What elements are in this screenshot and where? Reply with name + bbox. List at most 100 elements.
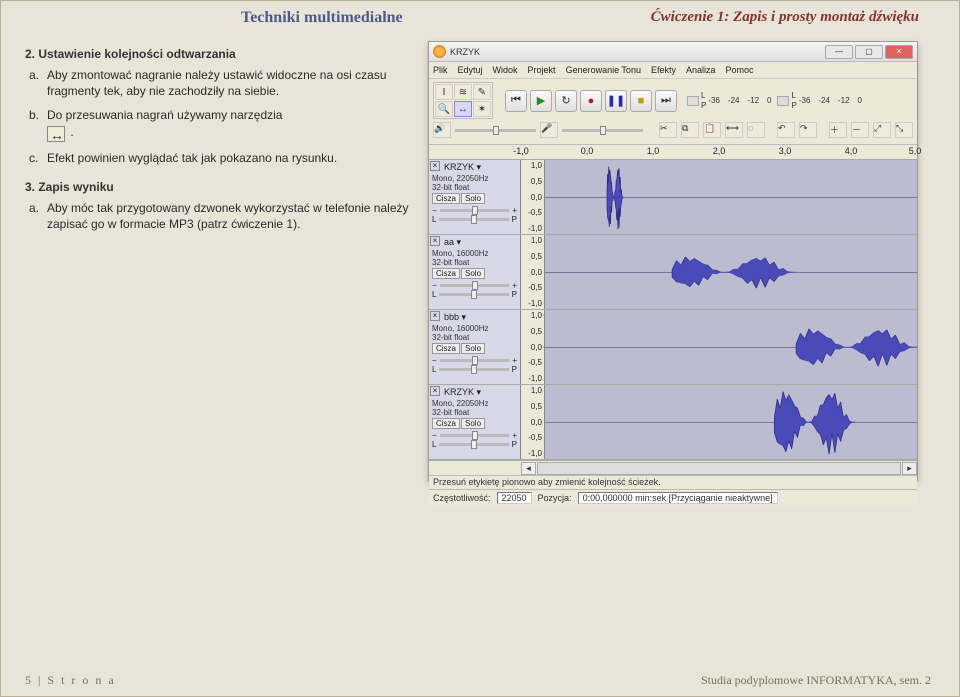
play-button[interactable]: ▶ [530, 90, 552, 112]
menu-pomoc[interactable]: Pomoc [726, 65, 754, 75]
minimize-button[interactable]: — [825, 45, 853, 59]
status-bar: Częstotliwość: 22050 Pozycja: 0:00,00000… [429, 489, 917, 505]
pan-p: P [512, 440, 517, 449]
scroll-right-icon[interactable]: ▸ [902, 462, 917, 475]
meter-tick: -24 [818, 96, 830, 105]
skip-end-button[interactable]: ⏭ [655, 90, 677, 112]
paste-icon[interactable]: 📋 [703, 122, 721, 138]
track-header[interactable]: × KRZYK ▾ Mono, 22050Hz32-bit float Cisz… [429, 160, 521, 234]
close-button[interactable]: ✕ [885, 45, 913, 59]
undo-icon[interactable]: ↶ [777, 122, 795, 138]
pan-l: L [432, 290, 436, 299]
waveform[interactable] [545, 235, 917, 309]
envelope-tool-icon[interactable]: ≋ [454, 84, 472, 100]
speaker-icon: 🔊 [433, 122, 451, 138]
track-close-icon[interactable]: × [430, 386, 440, 396]
pan-l: L [432, 365, 436, 374]
menu-generowanie[interactable]: Generowanie Tonu [566, 65, 641, 75]
time-shift-tool-icon[interactable]: ↔ [454, 101, 472, 117]
track-name[interactable]: aa ▾ [444, 237, 517, 248]
gain-slider[interactable] [440, 359, 510, 362]
solo-button[interactable]: Solo [461, 343, 485, 354]
window-title: KRZYK [450, 47, 480, 57]
redo-icon[interactable]: ↷ [799, 122, 817, 138]
loop-button[interactable]: ↻ [555, 90, 577, 112]
menu-edytuj[interactable]: Edytuj [458, 65, 483, 75]
gain-minus: − [432, 206, 437, 215]
silence-icon[interactable]: ◌ [747, 122, 765, 138]
zoom-in-icon[interactable]: ＋ [829, 122, 847, 138]
track: × KRZYK ▾ Mono, 22050Hz32-bit float Cisz… [429, 160, 917, 235]
gain-minus: − [432, 431, 437, 440]
trim-icon[interactable]: ⟷ [725, 122, 743, 138]
meter-p: P [791, 101, 796, 110]
track-name[interactable]: KRZYK ▾ [444, 162, 517, 173]
gain-slider[interactable] [440, 434, 510, 437]
meter-tick: -24 [728, 96, 740, 105]
pan-p: P [512, 215, 517, 224]
pan-slider[interactable] [439, 368, 508, 371]
track-close-icon[interactable]: × [430, 236, 440, 246]
header-left: Techniki multimedialne [241, 9, 403, 27]
pan-l: L [432, 215, 436, 224]
pause-button[interactable]: ❚❚ [605, 90, 627, 112]
track-yaxis: 1,00,50,0-0,5-1,0 [521, 160, 545, 234]
meter-p: P [701, 101, 706, 110]
time-shift-tool-icon [47, 126, 65, 142]
menu-projekt[interactable]: Projekt [528, 65, 556, 75]
selection-tool-icon[interactable]: I [435, 84, 453, 100]
tool-palette: I ≋ ✎ 🔍 ↔ ✶ [433, 82, 493, 119]
mute-button[interactable]: Cisza [432, 343, 460, 354]
solo-button[interactable]: Solo [461, 418, 485, 429]
stop-button[interactable]: ■ [630, 90, 652, 112]
mute-button[interactable]: Cisza [432, 193, 460, 204]
mute-button[interactable]: Cisza [432, 418, 460, 429]
skip-start-button[interactable]: ⏮ [505, 90, 527, 112]
record-button[interactable]: ● [580, 90, 602, 112]
timeline-ruler[interactable]: -1,0 0,0 1,0 2,0 3,0 4,0 5,0 [429, 145, 917, 160]
track-name[interactable]: bbb ▾ [444, 312, 517, 323]
menu-efekty[interactable]: Efekty [651, 65, 676, 75]
solo-button[interactable]: Solo [461, 193, 485, 204]
meter-tick: 0 [767, 96, 771, 105]
track: × bbb ▾ Mono, 16000Hz32-bit float Cisza … [429, 310, 917, 385]
status-freq-value[interactable]: 22050 [497, 492, 532, 504]
cut-icon[interactable]: ✂ [659, 122, 677, 138]
maximize-button[interactable]: ▢ [855, 45, 883, 59]
pan-slider[interactable] [439, 443, 508, 446]
track-close-icon[interactable]: × [430, 161, 440, 171]
status-pos-label: Pozycja: [538, 493, 572, 503]
gain-slider[interactable] [440, 284, 510, 287]
draw-tool-icon[interactable]: ✎ [473, 84, 491, 100]
horizontal-scrollbar[interactable]: ◂ ▸ [429, 460, 917, 475]
copy-icon[interactable]: ⧉ [681, 122, 699, 138]
audacity-screenshot: KRZYK — ▢ ✕ Plik Edytuj Widok Projekt Ge… [428, 41, 918, 481]
section-2-title: 2. Ustawienie kolejności odtwarzania [25, 47, 412, 61]
track-name[interactable]: KRZYK ▾ [444, 387, 517, 398]
menu-widok[interactable]: Widok [493, 65, 518, 75]
track-header[interactable]: × aa ▾ Mono, 16000Hz32-bit float Cisza S… [429, 235, 521, 309]
track-close-icon[interactable]: × [430, 311, 440, 321]
pan-slider[interactable] [439, 218, 508, 221]
fit-project-icon[interactable]: ⤡ [895, 122, 913, 138]
mute-button[interactable]: Cisza [432, 268, 460, 279]
track-header[interactable]: × bbb ▾ Mono, 16000Hz32-bit float Cisza … [429, 310, 521, 384]
fit-selection-icon[interactable]: ⤢ [873, 122, 891, 138]
gain-slider[interactable] [440, 209, 510, 212]
zoom-out-icon[interactable]: － [851, 122, 869, 138]
meter-l: L [791, 91, 796, 100]
solo-button[interactable]: Solo [461, 268, 485, 279]
multi-tool-icon[interactable]: ✶ [473, 101, 491, 117]
pan-slider[interactable] [439, 293, 508, 296]
track-header[interactable]: × KRZYK ▾ Mono, 22050Hz32-bit float Cisz… [429, 385, 521, 459]
menu-analiza[interactable]: Analiza [686, 65, 716, 75]
meter-tick: 0 [858, 96, 862, 105]
waveform[interactable] [545, 310, 917, 384]
timeline-tick: 3,0 [779, 146, 792, 156]
waveform[interactable] [545, 160, 917, 234]
menu-plik[interactable]: Plik [433, 65, 448, 75]
input-meter-icon [687, 96, 699, 106]
zoom-tool-icon[interactable]: 🔍 [435, 101, 453, 117]
waveform[interactable] [545, 385, 917, 459]
scroll-left-icon[interactable]: ◂ [521, 462, 536, 475]
